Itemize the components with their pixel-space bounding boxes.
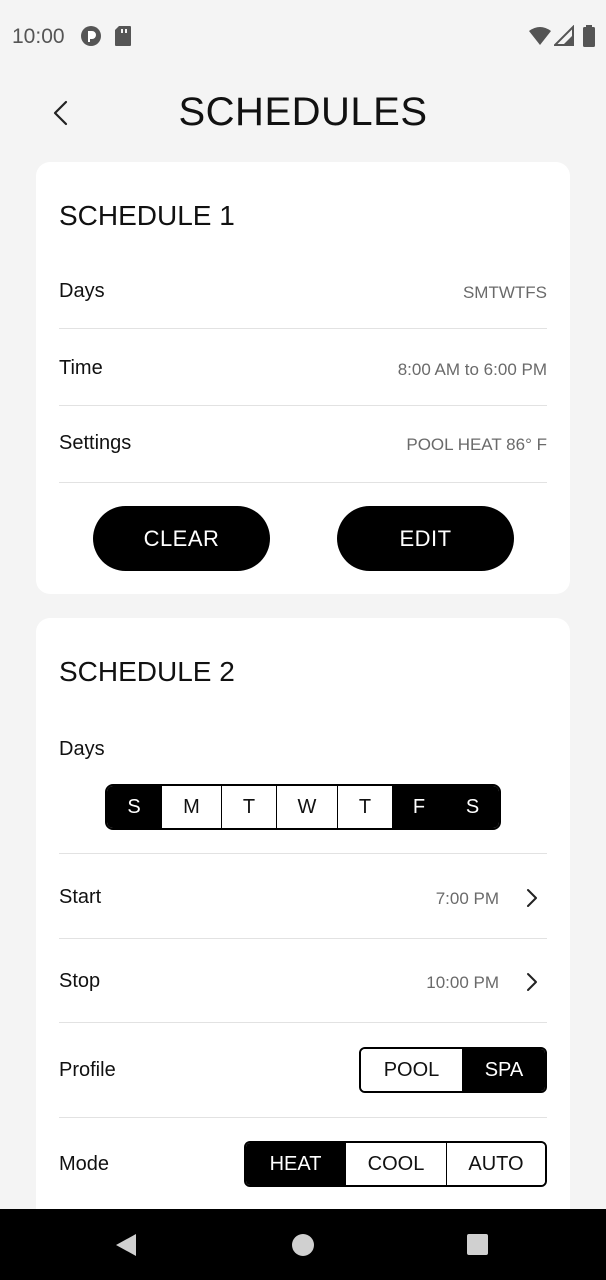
schedule-1-time-row: Time 8:00 AM to 6:00 PM (59, 329, 547, 406)
days-label: Days (59, 280, 105, 302)
day-toggle-saturday[interactable]: S (445, 786, 499, 828)
day-selector: S M T W T F S (105, 784, 501, 830)
page-title: SCHEDULES (178, 90, 428, 134)
day-toggle-friday[interactable]: F (392, 786, 445, 828)
mode-option-cool[interactable]: COOL (345, 1143, 446, 1185)
app-notification-icon (80, 25, 102, 52)
app-header: SCHEDULES (0, 72, 606, 156)
schedule-1-title: SCHEDULE 1 (59, 200, 235, 231)
start-value: 7:00 PM (435, 889, 499, 908)
sd-card-icon (114, 25, 132, 52)
schedule-1-days-row: Days SMTWTFS (59, 252, 547, 329)
schedule-2-card: SCHEDULE 2 Days S M T W T F S Start 7:00… (36, 618, 570, 1218)
mode-option-auto[interactable]: AUTO (446, 1143, 545, 1185)
schedule-1-settings-row: Settings POOL HEAT 86° F (59, 406, 547, 483)
schedule-1-card: SCHEDULE 1 Days SMTWTFS Time 8:00 AM to … (36, 162, 570, 594)
mode-option-heat[interactable]: HEAT (246, 1143, 345, 1185)
day-toggle-sunday[interactable]: S (107, 786, 161, 828)
days-value: SMTWTFS (462, 283, 547, 302)
mode-label: Mode (59, 1153, 110, 1175)
settings-value: POOL HEAT 86° F (406, 435, 547, 454)
day-toggle-wednesday[interactable]: W (276, 786, 337, 828)
edit-button[interactable]: EDIT (337, 506, 514, 571)
stop-value: 10:00 PM (426, 973, 499, 992)
day-toggle-tuesday[interactable]: T (221, 786, 276, 828)
day-toggle-thursday[interactable]: T (337, 786, 392, 828)
battery-icon (582, 25, 596, 52)
days-label: Days (59, 738, 105, 760)
profile-option-pool[interactable]: POOL (361, 1049, 462, 1091)
settings-label: Settings (59, 432, 132, 454)
wifi-icon (528, 25, 552, 52)
clear-button[interactable]: CLEAR (93, 506, 270, 571)
recents-square-icon[interactable] (466, 1233, 489, 1261)
profile-selector: POOL SPA (359, 1047, 547, 1093)
status-bar: 10:00 (0, 0, 606, 72)
status-time: 10:00 (12, 25, 65, 48)
home-circle-icon[interactable] (291, 1233, 315, 1262)
profile-option-spa[interactable]: SPA (462, 1049, 545, 1091)
schedule-2-title: SCHEDULE 2 (59, 656, 235, 687)
mode-selector: HEAT COOL AUTO (244, 1141, 547, 1187)
chevron-right-icon (527, 889, 537, 907)
start-label: Start (59, 886, 102, 908)
start-time-row[interactable]: Start 7:00 PM (59, 854, 547, 939)
stop-time-row[interactable]: Stop 10:00 PM (59, 939, 547, 1023)
time-label: Time (59, 357, 103, 379)
time-value: 8:00 AM to 6:00 PM (397, 360, 547, 379)
stop-label: Stop (59, 970, 101, 992)
back-triangle-icon[interactable] (114, 1232, 138, 1263)
profile-label: Profile (59, 1059, 116, 1081)
day-toggle-monday[interactable]: M (161, 786, 221, 828)
system-nav-bar (0, 1209, 606, 1280)
chevron-right-icon (527, 973, 537, 991)
signal-icon (552, 24, 574, 52)
